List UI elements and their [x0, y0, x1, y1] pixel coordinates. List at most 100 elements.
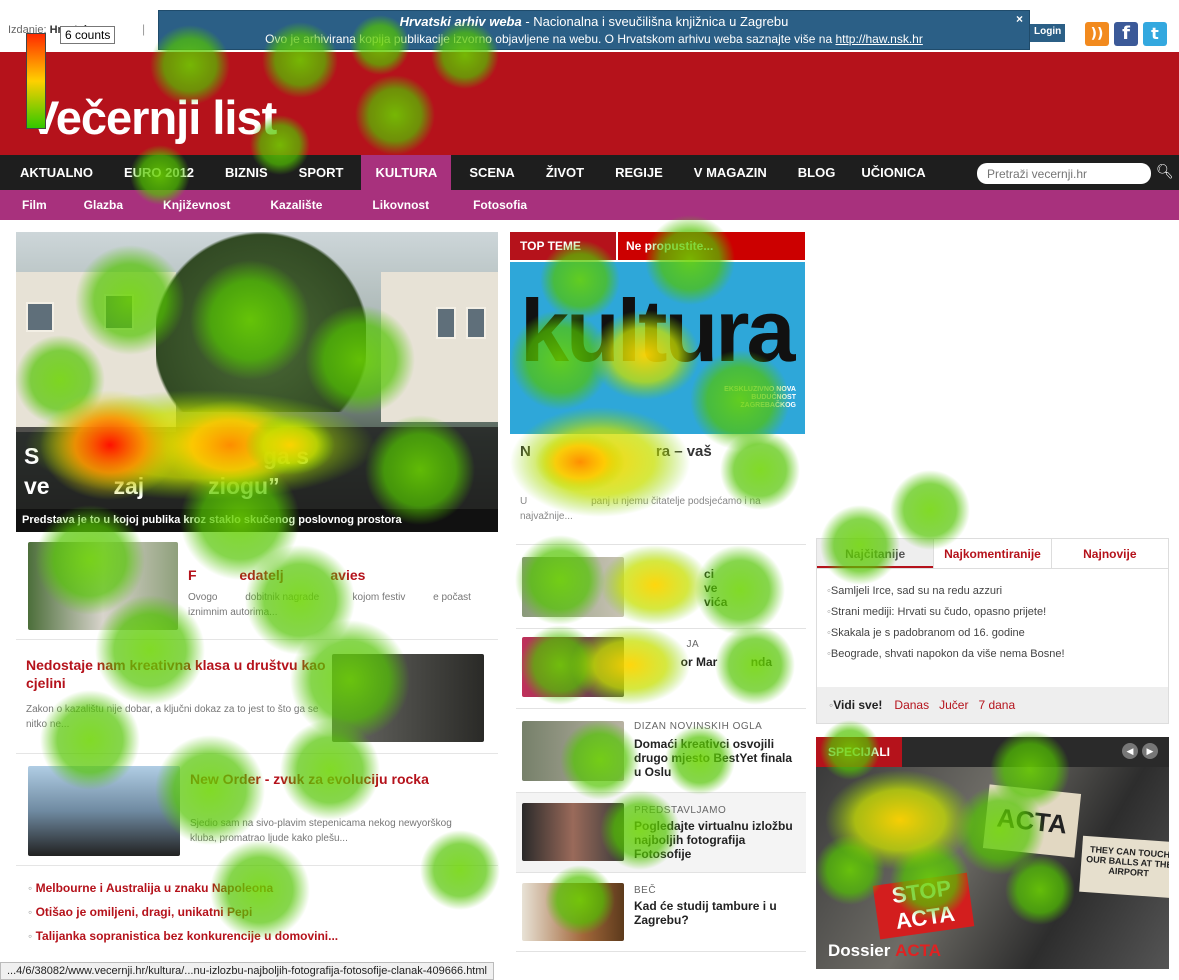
story-title[interactable]: New Order - zvuk za evoluciju rocka	[190, 770, 480, 788]
story-kicker: JA	[634, 639, 700, 650]
protest-sign: THEY CAN TOUCH OUR BALLS AT THE AIRPORT	[1079, 835, 1169, 899]
nav-item-scena[interactable]: SCENA	[451, 155, 546, 190]
story-thumbnail[interactable]	[522, 883, 624, 941]
story-title[interactable]: or Mar nda	[634, 655, 798, 669]
special-box[interactable]: ACTA THEY CAN TOUCH OUR BALLS AT THE AIR…	[816, 737, 1169, 969]
story-title[interactable]: ci ve vića	[634, 567, 798, 609]
dossier-accent: ACTA	[895, 941, 942, 960]
most-read-footer: Vidi sve! Danas Jučer 7 dana	[817, 687, 1168, 723]
subnav-film[interactable]: Film	[22, 198, 47, 212]
top-bar: Izdanje: Hrvatska | Hrvatski arhiv weba …	[0, 0, 1179, 52]
story-text: Sjedio sam na sivo-plavim stepenicama ne…	[190, 818, 452, 844]
tab-ne-propustite[interactable]: Ne propustite...	[616, 232, 805, 260]
special-label: SPECIJALI	[816, 737, 903, 767]
see-all-link[interactable]: Vidi sve!	[829, 698, 882, 712]
most-read-link[interactable]: Skakala je s padobranom od 16. godine	[827, 623, 1158, 644]
featured-title[interactable]: N ra – vaš	[520, 442, 800, 461]
nav-item-ucionica[interactable]: UČIONICA	[861, 155, 941, 190]
nav-item-v-magazin[interactable]: V MAGAZIN	[694, 155, 798, 190]
nav-item-kultura[interactable]: KULTURA	[361, 155, 452, 190]
nav-item-sport[interactable]: SPORT	[299, 155, 362, 190]
list-item[interactable]: F edatelj avies Ovogo dobitnik nagrade k…	[16, 538, 498, 640]
story-title[interactable]: Pogledajte virtualnu izložbu najboljih f…	[634, 819, 798, 861]
more-news-link[interactable]: Otišao je omiljeni, dragi, unikatni Pepi	[28, 900, 498, 924]
list-item[interactable]: ci ve vića	[516, 544, 806, 628]
list-item[interactable]: Nedostaje nam kreativna klasa u društvu …	[16, 642, 498, 754]
story-thumbnail[interactable]	[28, 766, 180, 856]
story-thumbnail[interactable]	[522, 803, 624, 861]
archive-title-rest: - Nacionalna i sveučilišna knjižnica u Z…	[521, 14, 789, 29]
twitter-icon[interactable]: t	[1143, 22, 1167, 46]
site-logo[interactable]: Večernji list	[28, 90, 277, 145]
rss-icon[interactable]: ))	[1085, 22, 1109, 46]
archive-title: Hrvatski arhiv weba - Nacionalna i sveuč…	[159, 14, 1029, 29]
tab-najcitanije[interactable]: Najčitanije	[817, 539, 934, 568]
close-icon[interactable]: ×	[1016, 12, 1023, 26]
hero-title[interactable]: S ga s ve zaj ziogu”	[16, 427, 498, 509]
subnav-glazba[interactable]: Glazba	[84, 198, 123, 212]
filter-7-dana[interactable]: 7 dana	[978, 698, 1015, 712]
story-text: Ovogo dobitnik nagrade kojom festiv e po…	[188, 592, 474, 618]
nav-item-blog[interactable]: BLOG	[798, 155, 862, 190]
featured-text: U panj u njemu čitatelje podsjećamo i na…	[520, 496, 764, 522]
nav-item-zivot[interactable]: ŽIVOT	[546, 155, 615, 190]
magazine-cover[interactable]: kultura EKSKLUZIVNO NOVA BUDUĆNOST ZAGRE…	[510, 262, 805, 434]
chevron-right-icon[interactable]: ▶	[1142, 743, 1158, 759]
most-read-link[interactable]: Beograde, shvati napokon da više nema Bo…	[827, 644, 1158, 665]
filter-jucer[interactable]: Jučer	[939, 698, 968, 712]
dossier-word: Dossier	[828, 941, 891, 960]
most-read-tabs: Najčitanije Najkomentiranije Najnovije	[817, 539, 1168, 569]
heat-blob	[535, 432, 625, 492]
filter-danas[interactable]: Danas	[894, 698, 929, 712]
list-item[interactable]: DIZAN NOVINSKIH OGLA Domaći kreativci os…	[516, 708, 806, 792]
hero-building-left	[16, 272, 176, 432]
nav-item-euro-2012[interactable]: EURO 2012	[124, 155, 225, 190]
story-thumbnail[interactable]	[522, 557, 624, 617]
archive-link[interactable]: http://haw.nsk.hr	[835, 32, 922, 46]
list-item[interactable]: New Order - zvuk za evoluciju rocka Sjed…	[16, 756, 498, 866]
archive-notice-text: Ovo je arhivirana kopija publikacije izv…	[265, 32, 836, 46]
story-thumbnail[interactable]	[28, 542, 178, 630]
story-kicker: BEČ	[634, 885, 657, 896]
story-thumbnail[interactable]	[522, 721, 624, 781]
more-news-link[interactable]: Talijanka sopranistica bez konkurencije …	[28, 924, 498, 948]
tab-najkomentiranije[interactable]: Najkomentiranije	[933, 539, 1050, 568]
nav-item-aktualno[interactable]: AKTUALNO	[20, 155, 124, 190]
nav-item-biznis[interactable]: BIZNIS	[225, 155, 299, 190]
story-title[interactable]: Nedostaje nam kreativna klasa u društvu …	[26, 656, 326, 692]
hero-building-right	[381, 272, 498, 422]
login-button[interactable]: Login	[1030, 24, 1066, 42]
list-item[interactable]: JA or Mar nda	[516, 628, 806, 708]
chevron-left-icon[interactable]: ◀	[1122, 743, 1138, 759]
hero-title-line-1: S ga s	[24, 443, 310, 469]
search-icon[interactable]: 🔍︎	[1156, 163, 1174, 180]
heatmap-legend-bar	[26, 33, 46, 129]
top-separator: |	[142, 22, 146, 36]
story-title[interactable]: Kad će studij tambure i u Zagrebu?	[634, 899, 798, 927]
hero-window	[466, 307, 486, 339]
dossier-title[interactable]: Dossier ACTA	[828, 941, 941, 961]
most-read-link[interactable]: Strani mediji: Hrvati su čudo, opasno pr…	[827, 602, 1158, 623]
subnav-fotosofia[interactable]: Fotosofia	[473, 198, 527, 212]
story-title[interactable]: F edatelj avies	[188, 566, 488, 584]
story-thumbnail[interactable]	[332, 654, 484, 742]
subnav-likovnost[interactable]: Likovnost	[372, 198, 429, 212]
list-item[interactable]: BEČ Kad će studij tambure i u Zagrebu?	[516, 872, 806, 952]
story-thumbnail[interactable]	[522, 637, 624, 697]
tab-top-teme[interactable]: TOP TEME	[510, 232, 616, 260]
tab-najnovije[interactable]: Najnovije	[1050, 539, 1168, 568]
facebook-icon[interactable]: f	[1114, 22, 1138, 46]
hero-story[interactable]: S ga s ve zaj ziogu” Predstava je to u k…	[16, 232, 498, 532]
search-input[interactable]	[977, 163, 1151, 184]
story-title[interactable]: Domaći kreativci osvojili drugo mjesto B…	[634, 737, 798, 779]
subnav-kazaliste[interactable]: Kazalište	[270, 198, 322, 212]
more-news-link[interactable]: Melbourne i Australija u znaku Napoleona	[28, 876, 498, 900]
hero-trees	[156, 232, 366, 412]
list-item[interactable]: PREDSTAVLJAMO Pogledajte virtualnu izlož…	[516, 792, 806, 872]
archive-notice: Ovo je arhivirana kopija publikacije izv…	[159, 32, 1029, 46]
cover-title: kultura	[520, 281, 795, 380]
nav-item-regije[interactable]: REGIJE	[615, 155, 694, 190]
most-read-box: Najčitanije Najkomentiranije Najnovije S…	[816, 538, 1169, 724]
most-read-link[interactable]: Samljeli Irce, sad su na redu azzuri	[827, 581, 1158, 602]
subnav-knjizevnost[interactable]: Književnost	[163, 198, 230, 212]
